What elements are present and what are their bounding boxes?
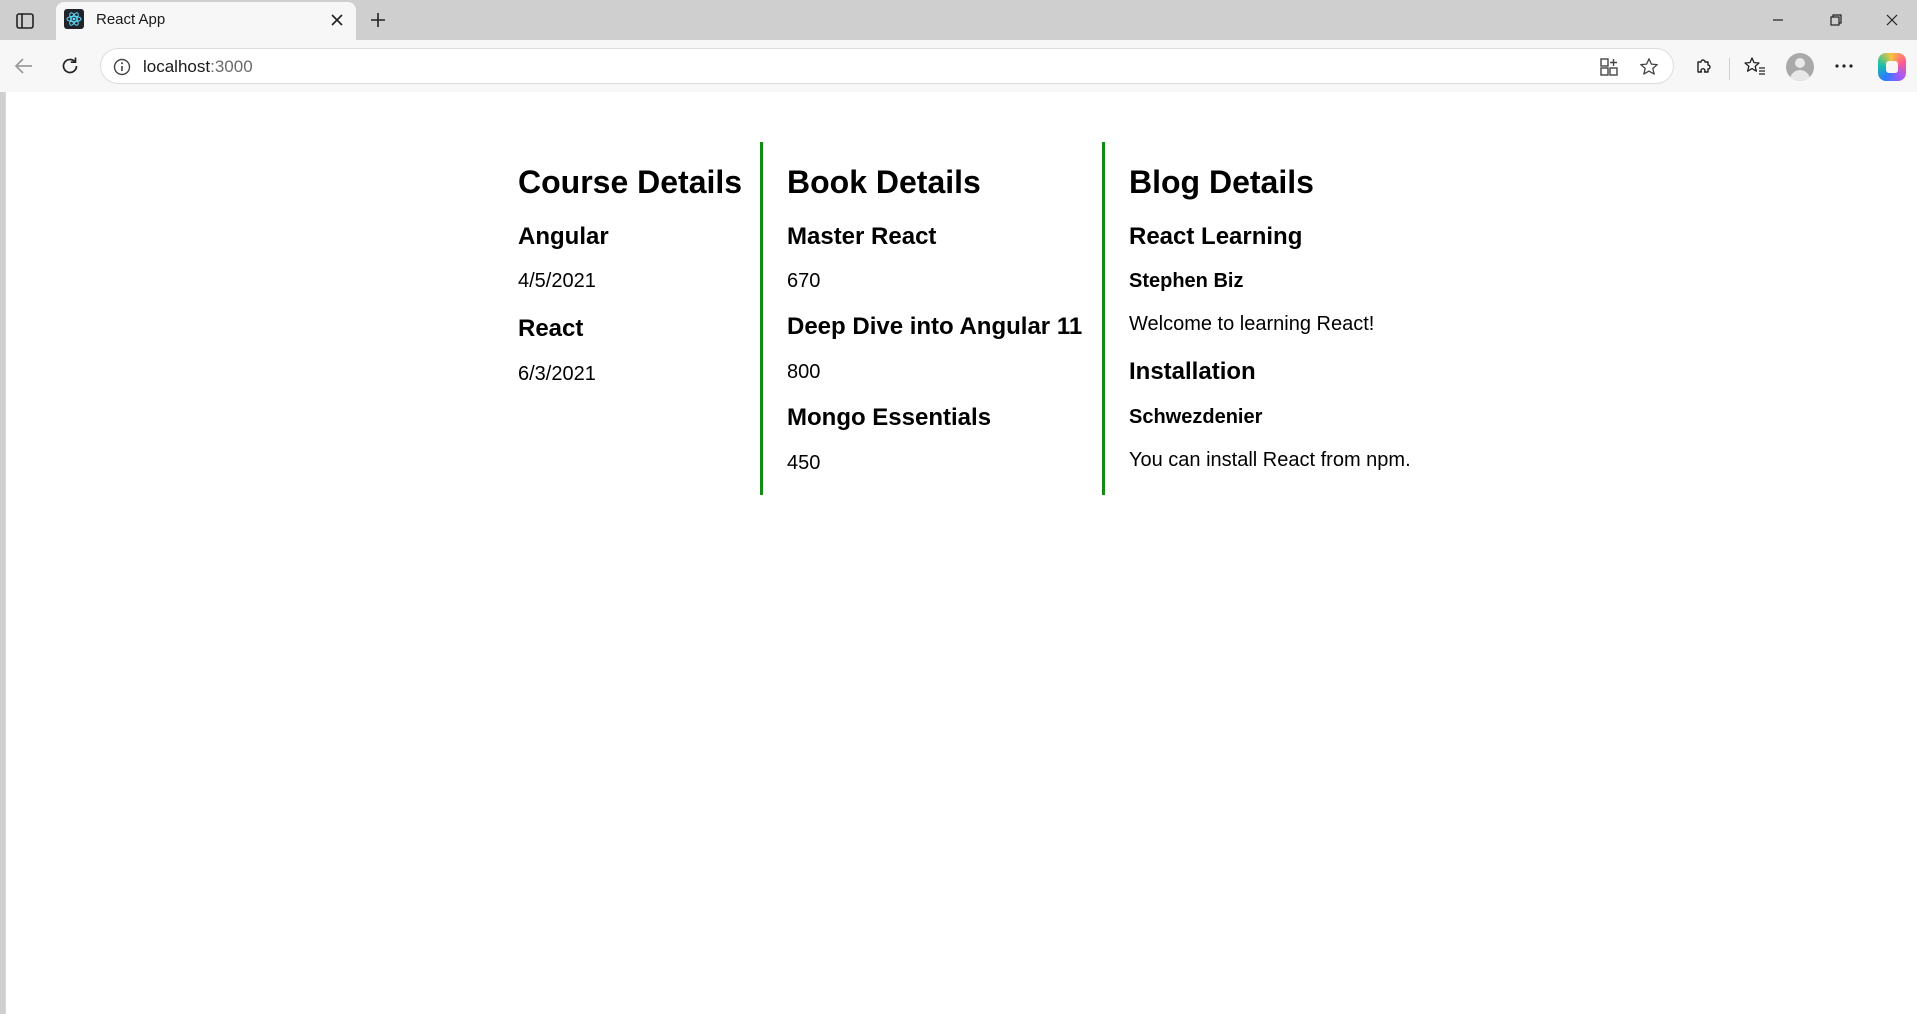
url-port: :3000	[210, 57, 253, 76]
favorites-icon[interactable]	[1739, 50, 1771, 82]
sidebar-toggle-icon[interactable]	[10, 8, 40, 34]
page-viewport: Course Details Angular 4/5/2021 React 6/…	[5, 92, 1917, 1014]
course-details-section: Course Details Angular 4/5/2021 React 6/…	[518, 142, 760, 495]
address-bar[interactable]: localhost:3000	[100, 48, 1674, 84]
tab-strip: React App	[0, 0, 1917, 42]
blog-title: React Learning	[1129, 222, 1303, 250]
course-date: 6/3/2021	[518, 362, 596, 385]
blog-author: Schwezdenier	[1129, 405, 1263, 428]
new-tab-icon[interactable]	[364, 6, 392, 34]
restore-icon[interactable]	[1816, 6, 1856, 34]
profile-avatar[interactable]	[1786, 53, 1814, 81]
tab-title: React App	[96, 11, 166, 28]
app-available-icon[interactable]	[1597, 55, 1621, 79]
url-host: localhost	[143, 57, 211, 76]
blog-title: Installation	[1129, 358, 1256, 386]
browser-toolbar: localhost:3000	[0, 40, 1917, 92]
book-price: 450	[787, 451, 821, 474]
book-price: 800	[787, 360, 821, 383]
blog-details-heading: Blog Details	[1129, 164, 1314, 200]
reload-icon[interactable]	[54, 50, 86, 82]
course-item: Angular 4/5/2021	[518, 223, 736, 294]
course-date: 4/5/2021	[518, 270, 596, 293]
course-name: Angular	[518, 222, 609, 250]
more-options-icon[interactable]	[1828, 50, 1860, 82]
book-price: 670	[787, 270, 821, 293]
close-window-icon[interactable]	[1872, 6, 1912, 34]
course-item: React 6/3/2021	[518, 315, 736, 386]
blog-content: You can install React from npm.	[1129, 448, 1411, 471]
favorite-star-icon[interactable]	[1637, 55, 1661, 79]
url-text[interactable]: localhost:3000	[143, 57, 253, 77]
toolbar-divider	[1729, 58, 1730, 80]
blog-item: React Learning Stephen Biz Welcome to le…	[1129, 223, 1408, 337]
site-info-icon[interactable]	[111, 56, 133, 78]
back-arrow-icon[interactable]	[8, 50, 40, 82]
browser-tab[interactable]: React App	[56, 2, 356, 42]
book-name: Mongo Essentials	[787, 403, 992, 431]
book-details-section: Book Details Master React 670 Deep Dive …	[760, 142, 1102, 495]
extensions-icon[interactable]	[1688, 50, 1720, 82]
blog-content: Welcome to learning React!	[1129, 313, 1375, 336]
book-item: Master React 670	[787, 223, 1078, 294]
blog-item: Installation Schwezdenier You can instal…	[1129, 358, 1411, 472]
book-item: Mongo Essentials 450	[787, 404, 1078, 475]
close-tab-icon[interactable]	[326, 9, 348, 31]
course-name: React	[518, 315, 584, 343]
book-name: Deep Dive into Angular 11	[787, 313, 1083, 341]
copilot-icon[interactable]	[1878, 53, 1906, 81]
blog-details-section: Blog Details React Learning Stephen Biz …	[1102, 142, 1432, 495]
book-name: Master React	[787, 222, 937, 250]
book-item: Deep Dive into Angular 11 800	[787, 313, 1083, 384]
react-logo-icon	[64, 9, 84, 29]
course-details-heading: Course Details	[518, 164, 743, 200]
book-details-heading: Book Details	[787, 164, 981, 200]
details-columns: Course Details Angular 4/5/2021 React 6/…	[518, 142, 1432, 495]
minimize-icon[interactable]	[1758, 6, 1798, 34]
blog-author: Stephen Biz	[1129, 270, 1244, 293]
